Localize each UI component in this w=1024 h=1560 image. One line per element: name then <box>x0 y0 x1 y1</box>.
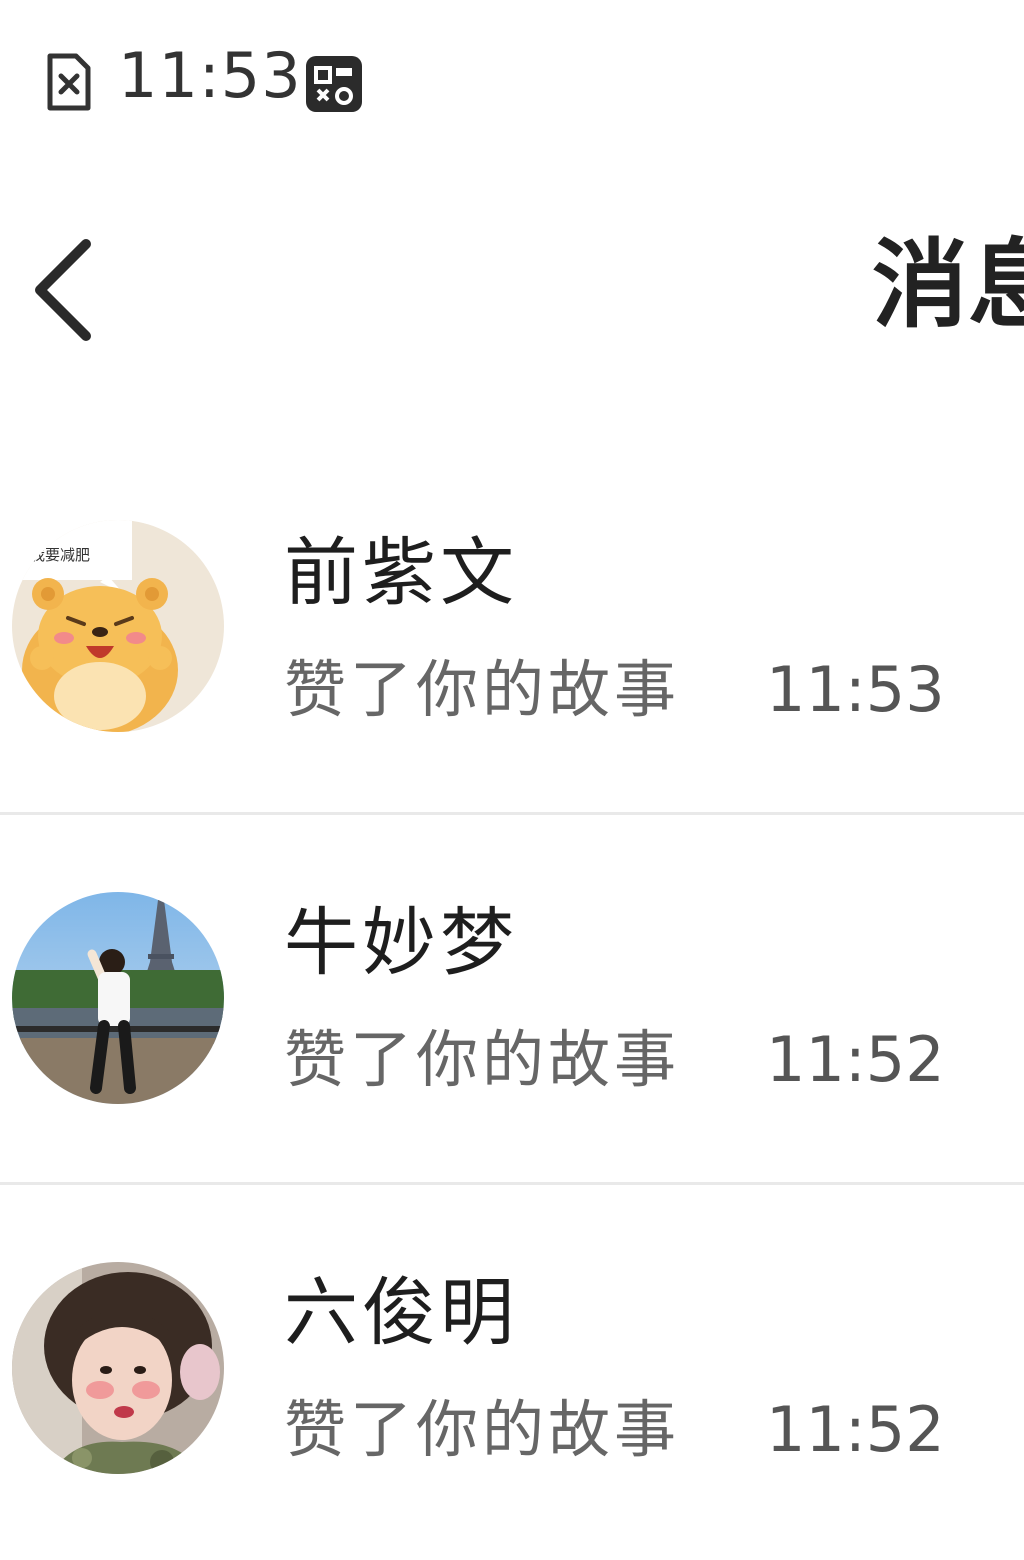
timestamp: 11:52 <box>766 1023 945 1096</box>
action-text: 赞了你的故事 <box>284 653 681 726</box>
action-text: 赞了你的故事 <box>284 1023 681 1096</box>
divider <box>0 1182 1024 1185</box>
chevron-left-icon <box>35 239 91 341</box>
avatar <box>12 892 224 1104</box>
timestamp: 11:52 <box>766 1393 945 1466</box>
sender-name: 牛妙梦 <box>284 900 518 986</box>
back-button[interactable] <box>20 230 110 350</box>
status-time: 11:53 <box>118 39 302 112</box>
timestamp: 11:53 <box>766 653 945 726</box>
sender-name: 前紫文 <box>284 530 518 616</box>
sim-card-x-icon <box>47 53 91 111</box>
divider <box>0 812 1024 815</box>
list-item[interactable]: 我要减肥 前紫文 赞了你的故事 11:53 <box>0 450 1024 820</box>
avatar: 我要减肥 <box>12 520 224 732</box>
page-title: 消息 <box>872 228 1024 341</box>
avatar-caption: 我要减肥 <box>30 546 90 564</box>
list-item[interactable]: 六俊明 赞了你的故事 11:52 <box>0 1190 1024 1560</box>
header: 消息 <box>0 200 1024 400</box>
sender-name: 六俊明 <box>284 1270 518 1356</box>
app-notification-icon <box>306 56 362 112</box>
list-item[interactable]: 牛妙梦 赞了你的故事 11:52 <box>0 820 1024 1190</box>
action-text: 赞了你的故事 <box>284 1393 681 1466</box>
status-bar: 11:53 <box>0 0 1024 150</box>
avatar <box>12 1262 224 1474</box>
